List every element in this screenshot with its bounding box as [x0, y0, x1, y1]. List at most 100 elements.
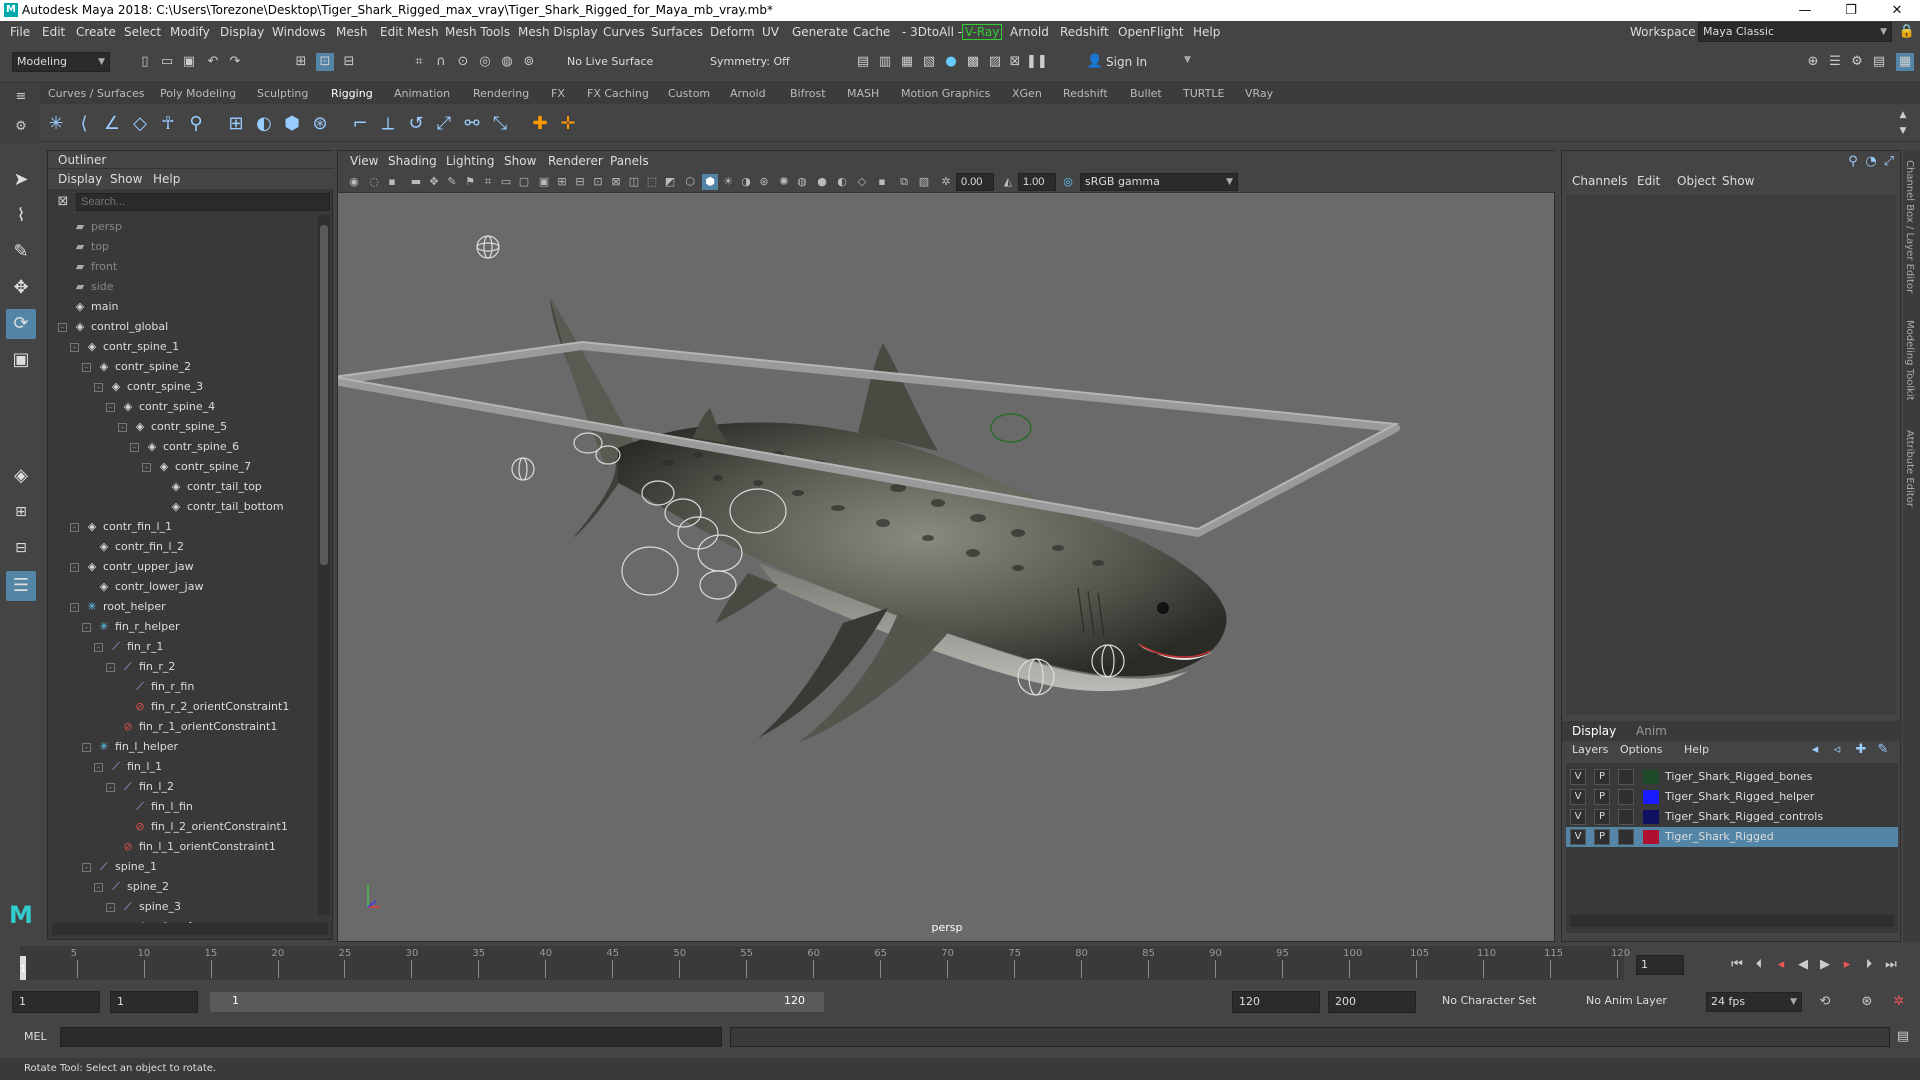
outliner-node[interactable]: - ⟋ spine_3	[106, 897, 181, 917]
play-backwards-icon[interactable]: ◀	[1794, 956, 1812, 974]
outliner-node[interactable]: - ⟋ fin_l_1	[94, 757, 162, 777]
outliner-node[interactable]: - ⟋ fin_l_2	[106, 777, 174, 797]
outliner-node[interactable]: ▰ front	[73, 257, 117, 277]
shelf-tab-redshift[interactable]: Redshift	[1063, 87, 1108, 100]
layer-visibility-toggle[interactable]: V	[1570, 829, 1586, 845]
outliner-node[interactable]: ▰ top	[73, 237, 109, 257]
render-sequence-icon[interactable]: ▥	[876, 53, 894, 71]
expand-toggle-icon[interactable]: -	[70, 522, 79, 532]
skin-bind-icon[interactable]: ◇	[128, 112, 152, 136]
playback-start-field[interactable]: 1	[110, 991, 198, 1013]
orient-constraint-icon[interactable]: ↺	[404, 112, 428, 136]
expand-toggle-icon[interactable]: -	[82, 362, 91, 372]
menu-surfaces[interactable]: Surfaces	[651, 25, 703, 39]
script-editor-icon[interactable]: ▤	[1894, 1028, 1912, 1046]
shelf-tab-fx[interactable]: FX	[551, 87, 565, 100]
outliner-node[interactable]: - ◈ contr_spine_2	[82, 357, 191, 377]
menu-mesh-display[interactable]: Mesh Display	[518, 25, 598, 39]
lights-icon[interactable]: ☀	[720, 174, 736, 190]
cb-menu-channels[interactable]: Channels	[1572, 174, 1628, 188]
outliner-vertical-scrollbar[interactable]	[318, 215, 330, 915]
shelf-tab-rendering[interactable]: Rendering	[473, 87, 529, 100]
vray-framebuffer-icon[interactable]: ⊠	[1006, 53, 1024, 71]
redo-icon[interactable]: ↷	[226, 53, 244, 71]
shelf-tab-custom[interactable]: Custom	[668, 87, 710, 100]
exposure-icon[interactable]: ✲	[938, 174, 954, 190]
expand-toggle-icon[interactable]: -	[106, 782, 115, 792]
shelf-tab-fx-caching[interactable]: FX Caching	[587, 87, 649, 100]
outliner-menu-show[interactable]: Show	[110, 172, 142, 186]
layer-menu-layers[interactable]: Layers	[1572, 743, 1608, 756]
shelf-settings-icon[interactable]: ⚙	[12, 118, 30, 136]
outliner-filter-icon[interactable]: ⊠	[54, 193, 72, 211]
move-layer-up-icon[interactable]: ◂	[1806, 741, 1824, 759]
layer-tab-anim[interactable]: Anim	[1636, 724, 1667, 738]
menu-generate[interactable]: Generate	[792, 25, 848, 39]
create-joint-icon[interactable]: ✳	[44, 112, 68, 136]
shadows-icon[interactable]: ◑	[738, 174, 754, 190]
grease-pencil-icon[interactable]: ✎	[444, 174, 460, 190]
outliner-node[interactable]: ⟋ fin_l_fin	[133, 797, 193, 817]
snap-view-icon[interactable]: ◎	[476, 53, 494, 71]
aim-constraint-icon[interactable]: ⟂	[376, 112, 400, 136]
textured-icon[interactable]: ⬢	[702, 174, 718, 190]
bookmark-icon[interactable]: ▪	[384, 174, 400, 190]
film-gate-icon[interactable]: ▭	[498, 174, 514, 190]
expand-toggle-icon[interactable]: -	[70, 562, 79, 572]
hypershade-icon[interactable]: ●	[942, 53, 960, 71]
wireframe-on-shaded-icon[interactable]: ⬚	[644, 174, 660, 190]
menu-arnold[interactable]: Arnold	[1010, 25, 1049, 39]
vp-menu-renderer[interactable]: Renderer	[548, 154, 603, 168]
anti-aliasing-icon[interactable]: ◍	[794, 174, 810, 190]
outliner-node[interactable]: ⊘ fin_r_2_orientConstraint1	[133, 697, 289, 717]
shelf-tab-vray[interactable]: VRay	[1245, 87, 1273, 100]
symmetry-dropdown[interactable]: Symmetry: Off	[706, 53, 804, 73]
outliner-node[interactable]: ▰ side	[73, 277, 114, 297]
shelf-tab-bullet[interactable]: Bullet	[1130, 87, 1162, 100]
high-quality-icon[interactable]: ▧	[916, 174, 932, 190]
cb-menu-edit[interactable]: Edit	[1637, 174, 1660, 188]
outliner-node[interactable]: ◈ contr_tail_top	[169, 477, 262, 497]
vp-menu-lighting[interactable]: Lighting	[446, 154, 495, 168]
layer-row[interactable]: V P Tiger_Shark_Rigged_helper	[1566, 787, 1898, 807]
outliner-node[interactable]: - ✳ fin_l_helper	[82, 737, 178, 757]
expand-toggle-icon[interactable]: -	[142, 462, 151, 472]
layer-row[interactable]: V P Tiger_Shark_Rigged_bones	[1566, 767, 1898, 787]
camera-attr-icon[interactable]: ◌	[366, 174, 382, 190]
minimize-button[interactable]: —	[1782, 0, 1828, 21]
depth-of-field-icon[interactable]: ●	[814, 174, 830, 190]
vp-menu-show[interactable]: Show	[504, 154, 536, 168]
snap-curve-icon[interactable]: ∩	[432, 53, 450, 71]
single-pane-layout-icon[interactable]: ◈	[6, 461, 36, 491]
live-surface-field[interactable]: No Live Surface	[563, 53, 663, 73]
ik-spline-icon[interactable]: ∠	[100, 112, 124, 136]
scale-constraint-icon[interactable]: ⤢	[432, 112, 456, 136]
menu-select[interactable]: Select	[124, 25, 161, 39]
menu-mesh[interactable]: Mesh	[336, 25, 368, 39]
character-set-dropdown[interactable]: No Character Set	[1438, 992, 1568, 1012]
select-object-icon[interactable]: ⊡	[316, 53, 334, 71]
layer-color-swatch[interactable]	[1643, 790, 1659, 804]
pole-vector-icon[interactable]: ⤡	[488, 112, 512, 136]
expand-toggle-icon[interactable]: -	[82, 622, 91, 632]
shelf-tab-sculpting[interactable]: Sculpting	[257, 87, 308, 100]
menu-edit[interactable]: Edit	[42, 25, 65, 39]
snap-surface-icon[interactable]: ◍	[498, 53, 516, 71]
menu-openflight[interactable]: OpenFlight	[1118, 25, 1184, 39]
new-layer-selected-icon[interactable]: ✎	[1874, 741, 1892, 759]
custom-pivot-icon[interactable]: ✛	[556, 112, 580, 136]
expand-toggle-icon[interactable]: -	[94, 382, 103, 392]
wrap-icon[interactable]: ◐	[252, 112, 276, 136]
layer-visibility-toggle[interactable]: V	[1570, 769, 1586, 785]
menu-modify[interactable]: Modify	[170, 25, 210, 39]
vp-menu-view[interactable]: View	[350, 154, 378, 168]
mel-label[interactable]: MEL	[24, 1030, 47, 1043]
pause-icon[interactable]: ❚❚	[1026, 53, 1048, 71]
safe-title-icon[interactable]: ⊡	[590, 174, 606, 190]
menu-redshift[interactable]: Redshift	[1060, 25, 1109, 39]
snap-live-icon[interactable]: ⊚	[520, 53, 538, 71]
camera-select-icon[interactable]: ◉	[346, 174, 362, 190]
ambient-occlusion-icon[interactable]: ⊛	[756, 174, 772, 190]
expand-toggle-icon[interactable]: -	[106, 402, 115, 412]
outliner-node[interactable]: ⊘ fin_r_1_orientConstraint1	[121, 717, 277, 737]
